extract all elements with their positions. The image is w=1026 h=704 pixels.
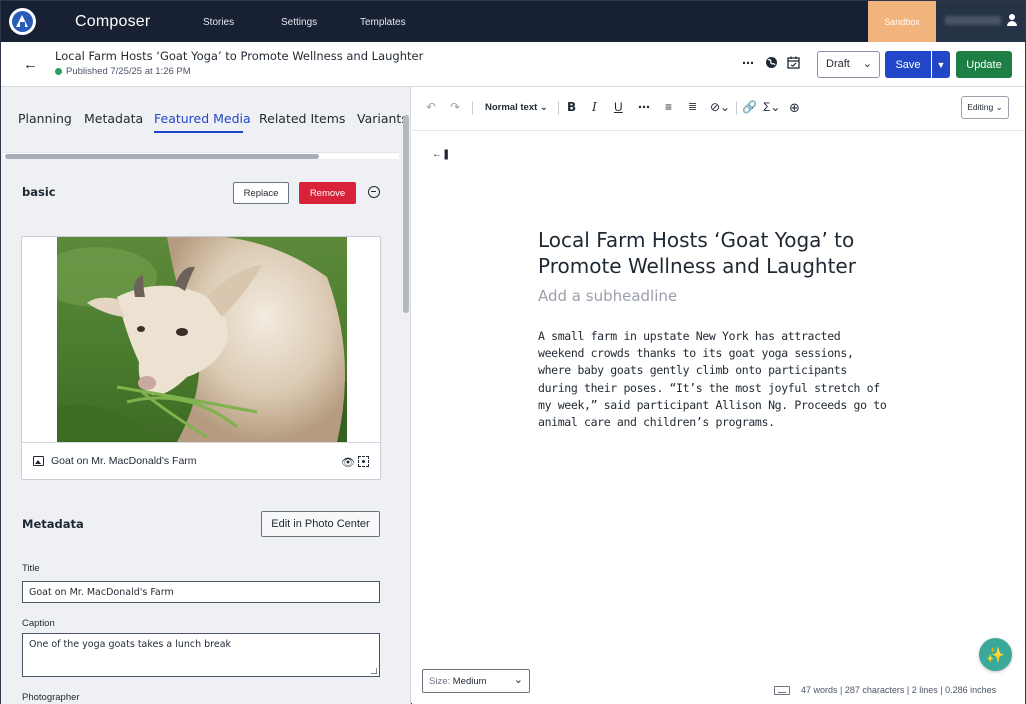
- media-info-bar: Goat on Mr. MacDonald's Farm 👁: [22, 442, 380, 479]
- tab-metadata[interactable]: Metadata: [84, 111, 143, 126]
- more-options-icon[interactable]: ⋯: [742, 56, 754, 70]
- tabs-scrollbar[interactable]: [5, 154, 319, 159]
- tab-planning[interactable]: Planning: [18, 111, 72, 126]
- numbered-list-icon[interactable]: ≣: [688, 100, 697, 113]
- subheadline-placeholder[interactable]: Add a subheadline: [538, 287, 677, 305]
- chevron-down-icon: ⌄: [862, 58, 872, 70]
- published-status-icon: [55, 68, 62, 75]
- toolbar-divider: [472, 101, 473, 115]
- status-select-value: Draft: [826, 58, 850, 70]
- title-field-label: Title: [22, 563, 40, 574]
- media-section-label: basic: [22, 185, 56, 199]
- nav-stories[interactable]: Stories: [203, 17, 234, 28]
- replace-button[interactable]: Replace: [233, 182, 289, 204]
- text-style-select[interactable]: Normal text ⌄: [485, 102, 548, 113]
- sandbox-badge[interactable]: Sandbox: [868, 1, 936, 42]
- undo-icon[interactable]: ↶: [426, 100, 436, 114]
- sigma-icon[interactable]: Σ⌄: [763, 100, 780, 114]
- schedule-calendar-icon[interactable]: [787, 56, 800, 72]
- drag-handle-icon[interactable]: ←❚: [432, 149, 450, 160]
- update-button[interactable]: Update: [956, 51, 1012, 78]
- published-status: Published 7/25/25 at 1:26 PM: [66, 66, 191, 77]
- panel-scrollbar[interactable]: [403, 115, 409, 313]
- tab-featured-media[interactable]: Featured Media: [154, 111, 251, 126]
- ai-sparkle-button[interactable]: ✨: [979, 638, 1012, 671]
- image-icon: [33, 456, 44, 466]
- editor-toolbar: ↶ ↷ Normal text ⌄ B I U ⋯ ≡ ≣ ⊘⌄ 🔗 Σ⌄ ⊕ …: [412, 87, 1025, 131]
- panel-tabs: Planning Metadata Featured Media Related…: [1, 87, 408, 137]
- active-tab-indicator: [154, 131, 243, 133]
- caption-field[interactable]: One of the yoga goats takes a lunch brea…: [22, 633, 380, 677]
- link-icon[interactable]: 🔗: [742, 100, 757, 114]
- save-options-chevron-icon[interactable]: ▼: [932, 51, 950, 78]
- user-icon: [1006, 14, 1018, 28]
- size-select-label: Size:: [429, 676, 451, 687]
- edit-in-photo-center-button[interactable]: Edit in Photo Center: [261, 511, 380, 537]
- more-formatting-icon[interactable]: ⋯: [638, 100, 650, 114]
- app-name[interactable]: Composer: [75, 13, 150, 31]
- metadata-heading: Metadata: [22, 517, 84, 531]
- goat-photo[interactable]: [57, 237, 347, 442]
- bulleted-list-icon[interactable]: ≡: [665, 100, 672, 114]
- headline[interactable]: Local Farm Hosts ‘Goat Yoga’ to Promote …: [538, 227, 878, 279]
- story-title: Local Farm Hosts ‘Goat Yoga’ to Promote …: [55, 49, 424, 63]
- app-logo-icon[interactable]: [9, 8, 36, 35]
- user-name-blurred: [945, 16, 1001, 25]
- featured-media-card: Goat on Mr. MacDonald's Farm 👁: [21, 236, 381, 480]
- insert-block-icon[interactable]: ⊘⌄: [710, 100, 730, 114]
- media-name: Goat on Mr. MacDonald's Farm: [51, 455, 197, 467]
- status-select[interactable]: Draft ⌄: [817, 51, 880, 78]
- eye-icon[interactable]: 👁: [341, 456, 355, 469]
- size-select-value: Medium: [452, 676, 487, 687]
- caption-field-value: One of the yoga goats takes a lunch brea…: [29, 639, 232, 650]
- save-button[interactable]: Save: [885, 51, 931, 78]
- back-arrow-icon[interactable]: ←: [23, 56, 38, 73]
- redo-icon[interactable]: ↷: [450, 100, 460, 114]
- remove-button[interactable]: Remove: [299, 182, 356, 204]
- side-panel: Planning Metadata Featured Media Related…: [1, 87, 411, 704]
- globe-icon[interactable]: [765, 56, 778, 72]
- tab-related-items[interactable]: Related Items: [259, 111, 345, 126]
- focal-point-icon[interactable]: [358, 456, 369, 467]
- story-header: ← Local Farm Hosts ‘Goat Yoga’ to Promot…: [1, 42, 1025, 87]
- photographer-field-label: Photographer: [22, 692, 80, 703]
- size-select[interactable]: Size: Medium ⌄: [422, 669, 530, 693]
- italic-icon[interactable]: I: [592, 100, 597, 114]
- collapse-minus-icon[interactable]: [368, 186, 380, 198]
- keyboard-icon[interactable]: [774, 686, 790, 695]
- tab-variants[interactable]: Variants: [357, 111, 408, 126]
- bold-icon[interactable]: B: [567, 100, 576, 114]
- title-field[interactable]: Goat on Mr. MacDonald's Farm: [22, 581, 380, 603]
- toolbar-divider: [558, 101, 559, 115]
- nav-templates[interactable]: Templates: [360, 17, 406, 28]
- add-plus-icon[interactable]: ⊕: [789, 100, 800, 116]
- body-text[interactable]: A small farm in upstate New York has att…: [538, 328, 888, 431]
- story-editor: ↶ ↷ Normal text ⌄ B I U ⋯ ≡ ≣ ⊘⌄ 🔗 Σ⌄ ⊕ …: [412, 87, 1025, 704]
- underline-icon[interactable]: U: [614, 100, 623, 114]
- editor-stats: 47 words | 287 characters | 2 lines | 0.…: [801, 685, 997, 695]
- chevron-down-icon: ⌄: [513, 674, 523, 686]
- toolbar-divider: [736, 101, 737, 115]
- user-menu[interactable]: [936, 1, 1025, 42]
- nav-settings[interactable]: Settings: [281, 17, 317, 28]
- editing-mode-select[interactable]: Editing ⌄: [961, 96, 1009, 119]
- resize-handle-icon[interactable]: [371, 668, 377, 674]
- caption-field-label: Caption: [22, 618, 55, 629]
- top-nav: Composer Stories Settings Templates Sand…: [1, 1, 1025, 42]
